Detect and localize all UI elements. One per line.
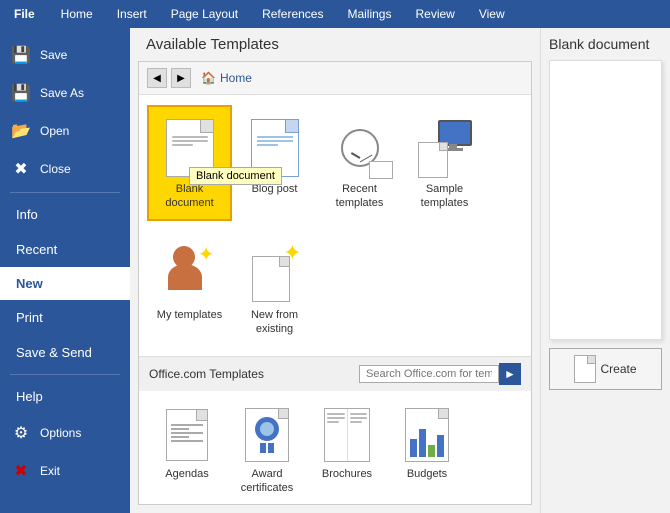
sidebar-item-print[interactable]: Print [0,300,130,335]
sidebar-item-close[interactable]: ✖ Close [0,150,130,188]
tab-file[interactable]: File [0,0,49,28]
officecom-agendas[interactable]: Agendas [147,397,227,504]
tab-home[interactable]: Home [49,0,105,28]
nav-forward-button[interactable]: ▶ [171,68,191,88]
tab-mailings[interactable]: Mailings [335,0,403,28]
template-blog[interactable]: Blog post [232,105,317,221]
tab-references[interactable]: References [250,0,335,28]
sidebar-item-exit[interactable]: ✖ Exit [0,452,130,490]
create-doc-icon [574,355,596,383]
sidebar-item-help[interactable]: Help [0,379,130,414]
ribbon: File Home Insert Page Layout References … [0,0,670,28]
sidebar-item-recent[interactable]: Recent [0,232,130,267]
blank-doc-icon [160,115,220,180]
options-icon: ⚙ [10,422,32,444]
template-recent[interactable]: Recent templates [317,105,402,221]
blank-doc-label: Blank document [153,182,226,211]
officecom-title: Office.com Templates [149,367,264,381]
nav-back-button[interactable]: ◀ [147,68,167,88]
my-templates-icon: ✦ [160,241,220,306]
sidebar: 💾 Save 💾 Save As 📂 Open ✖ Close Info Rec… [0,28,130,513]
sample-templates-label: Sample templates [408,182,481,211]
budgets-icon [400,405,454,465]
awards-label: Award certificates [233,467,301,496]
officecom-search-box: ► [359,363,521,385]
recent-templates-icon [330,115,390,180]
sidebar-item-info[interactable]: Info [0,197,130,232]
right-panel-title: Blank document [549,36,662,52]
template-new-from-existing[interactable]: ✦ New from existing [232,231,317,347]
officecom-header: Office.com Templates ► [139,356,531,391]
nav-home-button[interactable]: 🏠 Home [195,69,258,87]
officecom-search-input[interactable] [359,365,499,383]
tab-page-layout[interactable]: Page Layout [159,0,250,28]
sidebar-item-save-as[interactable]: 💾 Save As [0,74,130,112]
open-icon: 📂 [10,120,32,142]
template-grid: Blank document Blank document [139,95,531,231]
ribbon-tab-bar: File Home Insert Page Layout References … [0,0,670,28]
my-templates-label: My templates [157,308,222,322]
main-layout: 💾 Save 💾 Save As 📂 Open ✖ Close Info Rec… [0,28,670,513]
exit-icon: ✖ [10,460,32,482]
tab-insert[interactable]: Insert [105,0,159,28]
sidebar-item-new[interactable]: New [0,267,130,300]
template-grid-row2: ✦ My templates [139,231,531,357]
brochures-label: Brochures [322,467,372,481]
sidebar-divider-1 [10,192,120,193]
officecom-grid: Agendas [139,391,531,504]
tab-view[interactable]: View [467,0,517,28]
create-button[interactable]: Create [549,348,662,390]
template-my-templates[interactable]: ✦ My templates [147,231,232,347]
officecom-awards[interactable]: Award certificates [227,397,307,504]
content-area: Available Templates ◀ ▶ 🏠 Home [130,28,540,513]
brochures-icon [320,405,374,465]
save-icon: 💾 [10,44,32,66]
officecom-budgets[interactable]: Budgets [387,397,467,504]
close-icon: ✖ [10,158,32,180]
recent-templates-label: Recent templates [323,182,396,211]
template-sample[interactable]: Sample templates [402,105,487,221]
budgets-label: Budgets [407,467,447,481]
new-from-existing-icon: ✦ [245,241,305,306]
tab-review[interactable]: Review [403,0,466,28]
sidebar-divider-2 [10,374,120,375]
templates-scroll[interactable]: Blank document Blank document [139,95,531,504]
templates-nav: ◀ ▶ 🏠 Home [139,62,531,95]
awards-icon [240,405,294,465]
sidebar-item-options[interactable]: ⚙ Options [0,414,130,452]
agendas-icon [160,405,214,465]
new-from-existing-label: New from existing [238,308,311,337]
officecom-brochures[interactable]: Brochures [307,397,387,504]
right-panel: Blank document Create [540,28,670,513]
home-icon: 🏠 [201,71,216,85]
officecom-search-button[interactable]: ► [499,363,521,385]
page-title: Available Templates [130,28,540,61]
sidebar-item-save-send[interactable]: Save & Send [0,335,130,370]
blank-document-preview [549,60,662,340]
save-as-icon: 💾 [10,82,32,104]
sidebar-item-open[interactable]: 📂 Open [0,112,130,150]
sample-templates-icon [415,115,475,180]
templates-panel: ◀ ▶ 🏠 Home [138,61,532,505]
blog-post-label: Blog post [252,182,298,196]
template-blank[interactable]: Blank document Blank document [147,105,232,221]
agendas-label: Agendas [165,467,208,481]
sidebar-item-save[interactable]: 💾 Save [0,36,130,74]
blog-post-icon [245,115,305,180]
create-button-label: Create [600,362,636,376]
